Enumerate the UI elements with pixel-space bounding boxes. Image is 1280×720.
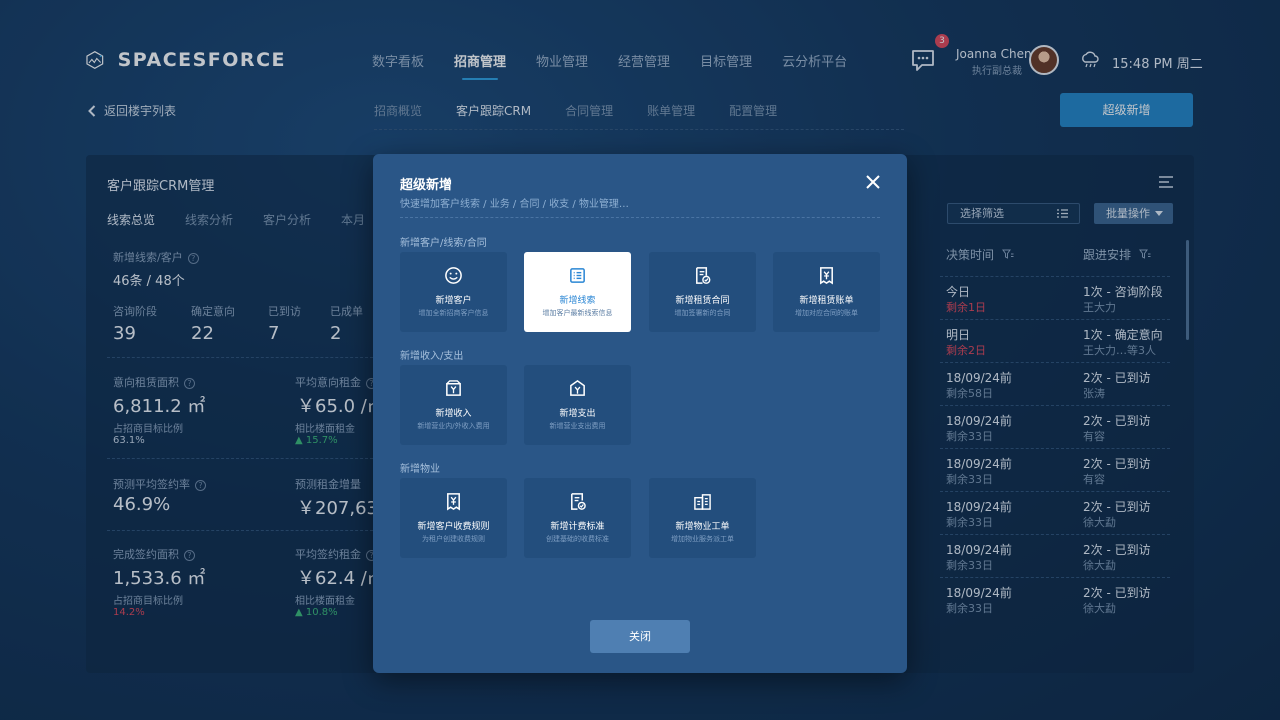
card-description: 增加签署新的合同 — [674, 309, 731, 317]
add-card-fee-rule[interactable]: 新增客户收费规则 为租户创建收费规则 — [400, 478, 507, 558]
card-description: 增加对应合同的账单 — [795, 309, 858, 317]
modal-subtitle: 快速增加客户线索 / 业务 / 合同 / 收支 / 物业管理… — [400, 199, 629, 210]
card-title: 新增支出 — [559, 409, 596, 419]
card-title: 新增计费标准 — [550, 522, 605, 532]
card-title: 新增客户 — [435, 296, 472, 306]
card-description: 新增营业内/外收入费用 — [417, 422, 490, 430]
add-card-contract-check[interactable]: 新增租赁合同 增加签署新的合同 — [649, 252, 756, 332]
card-description: 增加客户最新线索信息 — [542, 309, 613, 317]
contract-check-icon — [696, 267, 711, 284]
card-description: 增加物业服务派工单 — [671, 535, 734, 543]
expense-icon — [570, 379, 585, 396]
card-title: 新增客户收费规则 — [417, 522, 490, 532]
smile-icon — [445, 267, 462, 284]
card-description: 创建基础的收费标准 — [546, 535, 609, 543]
add-card-list-doc[interactable]: 新增线索增加客户最新线索信息 — [524, 252, 631, 332]
card-title: 新增租赁账单 — [799, 296, 854, 306]
section-title: 新增物业 — [400, 464, 440, 475]
add-card-yuan-bill[interactable]: 新增租赁账单 增加对应合同的账单 — [773, 252, 880, 332]
card-description: 为租户创建收费规则 — [422, 535, 485, 543]
list-doc-icon — [570, 268, 585, 283]
fee-rule-icon — [447, 493, 460, 511]
add-card-billing-standard[interactable]: 新增计费标准 创建基础的收费标准 — [524, 478, 631, 558]
divider — [400, 217, 880, 218]
income-icon — [446, 380, 461, 396]
close-icon[interactable] — [864, 173, 882, 191]
card-title: 新增收入 — [435, 409, 472, 419]
section-title: 新增客户/线索/合同 — [400, 238, 487, 249]
card-title: 新增租赁合同 — [675, 296, 730, 306]
card-title: 新增线索 — [559, 296, 596, 306]
add-card-work-order[interactable]: 新增物业工单 增加物业服务派工单 — [649, 478, 756, 558]
card-description: 新增营业支出费用 — [549, 422, 606, 430]
work-order-icon — [694, 494, 711, 510]
close-button[interactable]: 关闭 — [590, 620, 690, 653]
section-title: 新增收入/支出 — [400, 351, 464, 362]
card-description: 增加全新招商客户信息 — [418, 309, 489, 317]
add-card-smile[interactable]: 新增客户增加全新招商客户信息 — [400, 252, 507, 332]
card-title: 新增物业工单 — [675, 522, 730, 532]
yuan-bill-icon — [820, 267, 833, 285]
modal-title: 超级新增 — [400, 178, 453, 193]
billing-standard-icon — [571, 493, 586, 510]
add-card-expense[interactable]: 新增支出新增营业支出费用 — [524, 365, 631, 445]
add-card-income[interactable]: 新增收入新增营业内/外收入费用 — [400, 365, 507, 445]
